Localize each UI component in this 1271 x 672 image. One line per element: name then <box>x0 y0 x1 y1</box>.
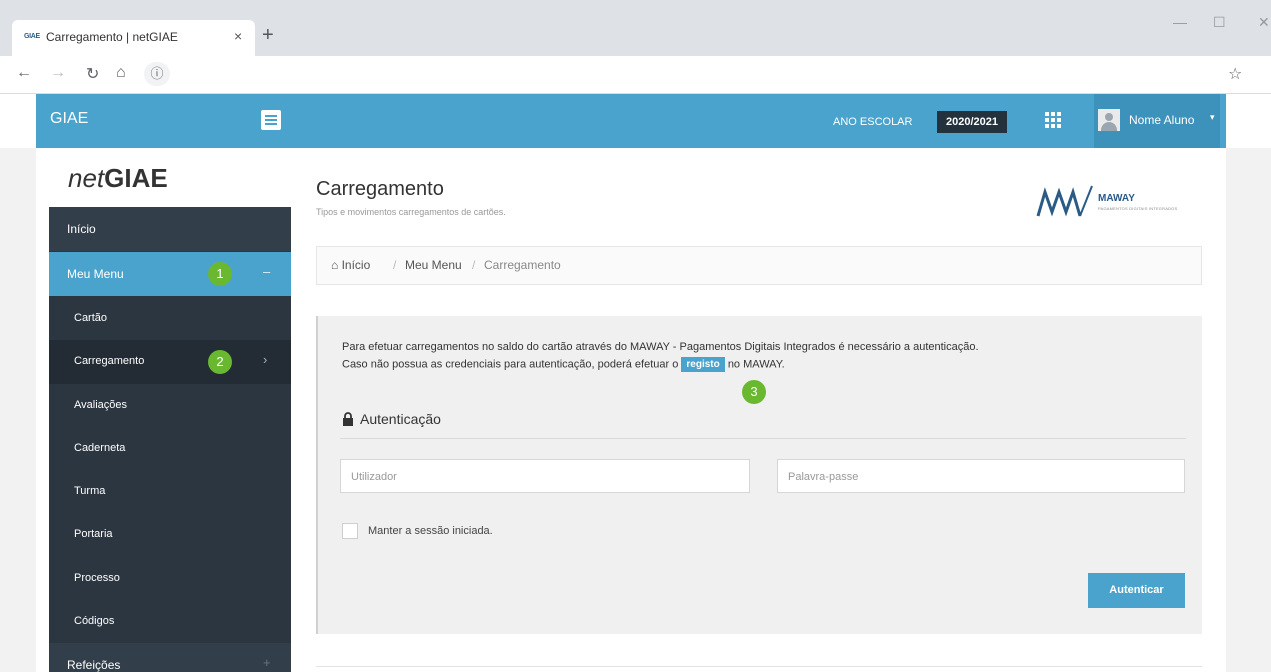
sidebar-item-carregamento[interactable]: Carregamento 2 › <box>49 340 291 384</box>
sidebar-item-label: Caderneta <box>74 442 126 454</box>
sidebar-item-cartao[interactable]: Cartão <box>49 297 291 341</box>
chevron-right-icon: › <box>263 352 268 367</box>
authenticate-button[interactable]: Autenticar <box>1088 573 1185 608</box>
maway-tagline: PAGAMENTOS DIGITAIS INTEGRADOS <box>1098 206 1178 211</box>
sidebar-item-turma[interactable]: Turma <box>49 470 291 514</box>
giae-favicon-icon: GIAE <box>24 33 40 40</box>
keep-session-label[interactable]: Manter a sessão iniciada. <box>368 525 493 537</box>
caret-down-icon: ▾ <box>1210 112 1215 122</box>
sidebar-item-inicio[interactable]: Início <box>49 207 291 251</box>
tab-title: Carregamento | netGIAE <box>46 30 178 44</box>
school-year-value[interactable]: 2020/2021 <box>937 111 1007 133</box>
sidebar-item-label: Códigos <box>74 615 115 627</box>
breadcrumb-current: Carregamento <box>484 258 561 272</box>
home-icon[interactable]: ⌂ <box>116 64 126 82</box>
avatar <box>1098 109 1120 131</box>
school-year-label: ANO ESCOLAR <box>833 116 913 128</box>
breadcrumb-separator: / <box>472 258 476 272</box>
sidebar-item-label: Processo <box>74 572 120 584</box>
netgiae-logo: netGIAE <box>68 163 168 193</box>
maximize-icon[interactable]: ☐ <box>1213 14 1226 31</box>
auth-heading: Autenticação <box>360 411 441 427</box>
new-tab-button[interactable]: + <box>262 24 274 47</box>
sidebar-item-portaria[interactable]: Portaria <box>49 513 291 557</box>
lock-icon <box>343 412 353 426</box>
browser-menu-icon[interactable]: ⋮ <box>1264 64 1271 84</box>
sidebar-item-label: Refeições <box>67 658 121 672</box>
sidebar-item-avaliacoes[interactable]: Avaliações <box>49 384 291 428</box>
user-menu[interactable]: Nome Aluno ▾ <box>1094 94 1220 148</box>
maway-auth-panel: Para efetuar carregamentos no saldo do c… <box>316 316 1202 634</box>
step-badge-1: 1 <box>208 262 232 286</box>
app-brand[interactable]: GIAE <box>50 110 88 128</box>
sidebar-item-processo[interactable]: Processo <box>49 557 291 601</box>
step-badge-2: 2 <box>208 350 232 374</box>
forward-arrow-icon[interactable]: → <box>50 64 66 82</box>
address-bar: ← → ↻ ⌂ ⓘ ☆ ⋮ <box>0 56 1271 94</box>
reload-icon[interactable]: ↻ <box>86 64 99 84</box>
app-header: GIAE ANO ESCOLAR 2020/2021 Nome Aluno ▾ <box>36 94 1226 148</box>
home-icon: ⌂ <box>331 258 339 272</box>
info-text-line2: Caso não possua as credenciais para aute… <box>342 357 785 372</box>
sidebar-item-caderneta[interactable]: Caderneta <box>49 427 291 471</box>
sidebar-item-codigos[interactable]: Códigos <box>49 600 291 644</box>
info-text-line1: Para efetuar carregamentos no saldo do c… <box>342 341 979 353</box>
username-input[interactable]: Utilizador <box>340 459 750 493</box>
sidebar-toggle-icon[interactable] <box>261 110 281 130</box>
sidebar-item-label: Portaria <box>74 528 113 540</box>
bookmark-star-icon[interactable]: ☆ <box>1228 64 1242 84</box>
keep-session-checkbox[interactable] <box>342 523 358 539</box>
user-name: Nome Aluno <box>1129 113 1195 127</box>
collapse-icon[interactable]: – <box>263 264 270 279</box>
page-gutter-left <box>0 148 36 672</box>
sidebar-item-label: Cartão <box>74 312 108 324</box>
sidebar-item-label: Avaliações <box>74 399 127 411</box>
sidebar-item-meu-menu[interactable]: Meu Menu 1 – <box>49 252 291 296</box>
registo-link[interactable]: registo <box>681 357 725 372</box>
step-badge-3: 3 <box>742 380 766 404</box>
back-arrow-icon[interactable]: ← <box>16 64 32 82</box>
maway-brand: MAWAY <box>1098 193 1135 204</box>
sidebar-item-label: Meu Menu <box>67 267 124 281</box>
tab-close-icon[interactable]: × <box>234 28 242 44</box>
password-input[interactable]: Palavra-passe <box>777 459 1185 493</box>
browser-tab[interactable]: GIAE Carregamento | netGIAE × <box>12 20 255 56</box>
page-gutter-right <box>1226 148 1271 672</box>
breadcrumb-meu-menu[interactable]: Meu Menu <box>405 258 462 272</box>
apps-grid-icon[interactable] <box>1045 112 1061 128</box>
breadcrumb-home[interactable]: ⌂ Início <box>331 258 370 272</box>
window-close-icon[interactable]: ✕ <box>1258 14 1270 31</box>
sidebar-item-label: Turma <box>74 485 106 497</box>
maway-logo: MAWAY PAGAMENTOS DIGITAIS INTEGRADOS <box>1036 184 1196 220</box>
page-title: Carregamento <box>316 178 444 200</box>
maway-mark-icon <box>1036 185 1093 217</box>
sidebar-item-label: Carregamento <box>74 355 145 367</box>
minimize-icon[interactable]: — <box>1173 14 1187 30</box>
breadcrumb-separator: / <box>393 258 397 272</box>
site-info-icon[interactable]: ⓘ <box>144 62 170 86</box>
sidebar-item-label: Início <box>67 222 96 236</box>
page-subtitle: Tipos e movimentos carregamentos de cart… <box>316 207 506 217</box>
divider <box>316 666 1202 667</box>
breadcrumb: ⌂ Início / Meu Menu / Carregamento <box>316 246 1202 285</box>
browser-tab-strip: GIAE Carregamento | netGIAE × + — ☐ ✕ <box>0 0 1271 56</box>
sidebar-item-refeicoes[interactable]: Refeições + <box>49 643 291 672</box>
divider <box>340 438 1186 439</box>
sidebar: Início Meu Menu 1 – Cartão Carregamento … <box>49 207 291 672</box>
expand-icon: + <box>263 655 271 670</box>
